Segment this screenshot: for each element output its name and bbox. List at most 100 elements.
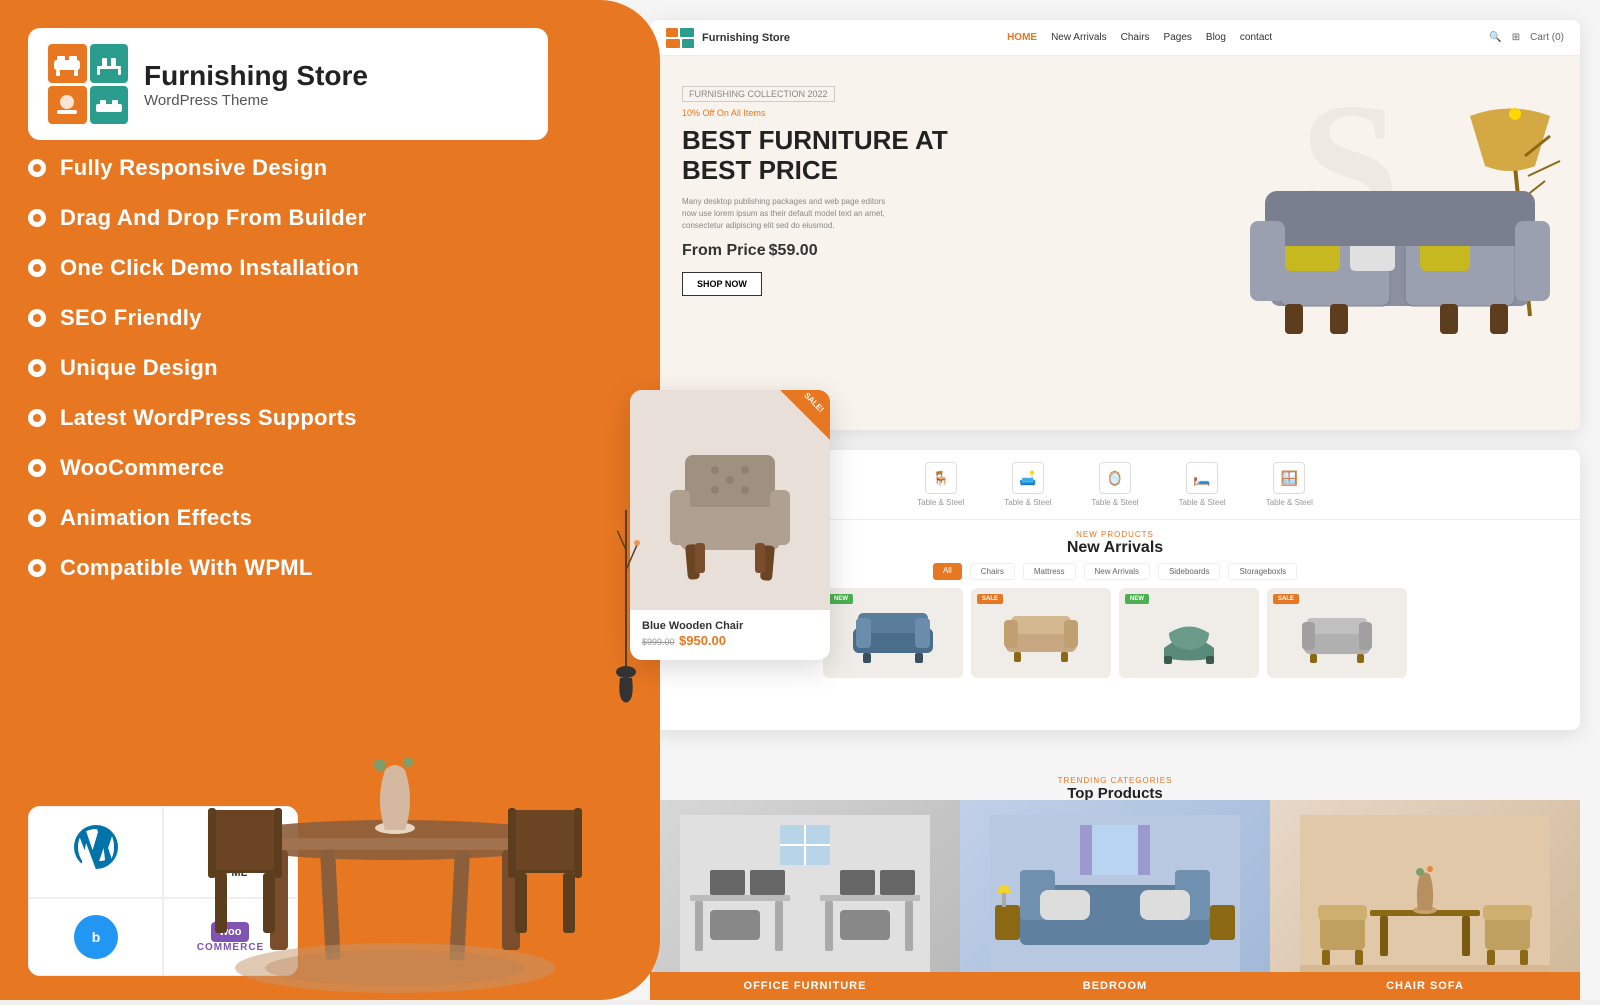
shop-now-button[interactable]: SHOP NOW [682, 272, 762, 296]
table-icon-2: 🛋️ [1012, 462, 1044, 494]
floating-card-body: Blue Wooden Chair $999.00 $950.00 [630, 610, 830, 660]
floating-product-card: SALE! Blue Wooden Chair $999.00 $950.00 [630, 390, 830, 660]
nav-links: HOME New Arrivals Chairs Pages Blog cont… [1007, 32, 1272, 43]
svg-text:b: b [91, 929, 100, 945]
cat-icon-5[interactable]: 🪟 Table & Steel [1246, 462, 1333, 507]
cat-label-4: Table & Steel [1179, 498, 1226, 507]
cat-chair-sofa-img [1270, 800, 1580, 1000]
product-badge-3: NEW [1125, 594, 1149, 604]
nav-home[interactable]: HOME [1007, 32, 1037, 43]
product-old-price: $999.00 [642, 637, 675, 647]
feature-label-1: Fully Responsive Design [60, 155, 327, 181]
cat-label-2: Table & Steel [1004, 498, 1051, 507]
hero-description: Many desktop publishing packages and web… [682, 196, 902, 232]
bullet-icon-6 [28, 409, 46, 427]
top-products-header: Trending Categories Top Products [650, 776, 1580, 802]
grid-icon[interactable]: ⊞ [1512, 32, 1520, 43]
nav-logo-icon [666, 28, 694, 48]
cat-bedroom[interactable]: BEDROOM [960, 800, 1270, 1000]
feature-item-3: One Click Demo Installation [28, 255, 366, 281]
floating-card-image: SALE! [630, 390, 830, 610]
feature-label-5: Unique Design [60, 355, 218, 381]
cat-label-chair-sofa: CHAIR SOFA [1270, 972, 1580, 1000]
cat-icon-3[interactable]: 🪞 Table & Steel [1071, 462, 1158, 507]
top-products-sub: Trending Categories [650, 776, 1580, 785]
bullet-icon-1 [28, 159, 46, 177]
feature-label-9: Compatible With WPML [60, 555, 313, 581]
hero-collection-tag: FURNISHING COLLECTION 2022 [682, 86, 835, 102]
feature-item-1: Fully Responsive Design [28, 155, 366, 181]
filter-sideboards[interactable]: Sideboards [1158, 563, 1220, 580]
cat-icon-4[interactable]: 🛏️ Table & Steel [1159, 462, 1246, 507]
logo-box: Furnishing Store WordPress Theme [28, 28, 548, 140]
bullet-icon-8 [28, 509, 46, 527]
hero-section: FURNISHING COLLECTION 2022 10% Off On Al… [650, 56, 1580, 396]
product-badge-1: NEW [829, 594, 853, 604]
nav-contact[interactable]: contact [1240, 32, 1272, 43]
wordpress-logo [28, 806, 163, 898]
brand-subtitle: WordPress Theme [144, 92, 368, 109]
feature-label-8: Animation Effects [60, 505, 252, 531]
cat-label-5: Table & Steel [1266, 498, 1313, 507]
filter-all[interactable]: All [933, 563, 962, 580]
filter-storageboxls[interactable]: Storageboxls [1228, 563, 1297, 580]
feature-label-6: Latest WordPress Supports [60, 405, 357, 431]
product-new-price: $950.00 [679, 633, 726, 648]
buddypress-logo: b [28, 898, 163, 976]
feature-item-4: SEO Friendly [28, 305, 366, 331]
feature-label-2: Drag And Drop From Builder [60, 205, 366, 231]
product-price: $999.00 $950.00 [642, 632, 818, 650]
product-name: Blue Wooden Chair [642, 620, 818, 632]
bullet-icon-4 [28, 309, 46, 327]
table-icon-1: 🪑 [925, 462, 957, 494]
feature-label-3: One Click Demo Installation [60, 255, 359, 281]
product-card-4[interactable]: SALE [1267, 588, 1407, 678]
bottom-categories: OFFICE FURNITURE [650, 800, 1580, 1000]
cat-chair-sofa[interactable]: CHAIR SOFA [1270, 800, 1580, 1000]
table-icon-5: 🪟 [1273, 462, 1305, 494]
cat-office-furniture[interactable]: OFFICE FURNITURE [650, 800, 960, 1000]
cat-label-1: Table & Steel [917, 498, 964, 507]
feature-item-9: Compatible With WPML [28, 555, 366, 581]
product-card-3[interactable]: NEW [1119, 588, 1259, 678]
feature-item-7: WooCommerce [28, 455, 366, 481]
bullet-icon-2 [28, 209, 46, 227]
nav-pages[interactable]: Pages [1164, 32, 1192, 43]
nav-brand-name: Furnishing Store [702, 32, 790, 44]
bullet-icon-7 [28, 459, 46, 477]
cart-label[interactable]: Cart (0) [1530, 32, 1564, 43]
filter-new-arrivals[interactable]: New Arrivals [1084, 563, 1150, 580]
product-badge-4: SALE [1273, 594, 1299, 604]
cat-label-3: Table & Steel [1091, 498, 1138, 507]
feature-item-6: Latest WordPress Supports [28, 405, 366, 431]
feature-item-5: Unique Design [28, 355, 366, 381]
feature-item-2: Drag And Drop From Builder [28, 205, 366, 231]
preview-navbar: Furnishing Store HOME New Arrivals Chair… [650, 20, 1580, 56]
cat-label-bedroom: BEDROOM [960, 972, 1270, 1000]
search-icon[interactable]: 🔍 [1489, 32, 1501, 43]
nav-chairs[interactable]: Chairs [1121, 32, 1150, 43]
cat-bedroom-img [960, 800, 1270, 1000]
bullet-icon-5 [28, 359, 46, 377]
nav-blog[interactable]: Blog [1206, 32, 1226, 43]
product-card-2[interactable]: SALE [971, 588, 1111, 678]
website-preview: Furnishing Store HOME New Arrivals Chair… [650, 20, 1580, 430]
hero-price-value: $59.00 [769, 242, 818, 259]
feature-label-4: SEO Friendly [60, 305, 202, 331]
hero-price-label: From Price [682, 242, 766, 259]
product-card-1[interactable]: NEW [823, 588, 963, 678]
features-list: Fully Responsive Design Drag And Drop Fr… [28, 155, 366, 605]
brand-name: Furnishing Store [144, 60, 368, 92]
cat-icon-2[interactable]: 🛋️ Table & Steel [984, 462, 1071, 507]
nav-new-arrivals[interactable]: New Arrivals [1051, 32, 1107, 43]
left-panel: Furnishing Store WordPress Theme Fully R… [0, 0, 660, 1000]
nav-logo-area: Furnishing Store [666, 28, 790, 48]
brand-text: Furnishing Store WordPress Theme [144, 60, 368, 109]
bullet-icon-3 [28, 259, 46, 277]
feature-item-8: Animation Effects [28, 505, 366, 531]
filter-chairs[interactable]: Chairs [970, 563, 1015, 580]
vase-decoration [612, 510, 640, 710]
cat-icon-1[interactable]: 🪑 Table & Steel [897, 462, 984, 507]
hero-sofa-image [1220, 96, 1570, 376]
filter-mattress[interactable]: Mattress [1023, 563, 1076, 580]
